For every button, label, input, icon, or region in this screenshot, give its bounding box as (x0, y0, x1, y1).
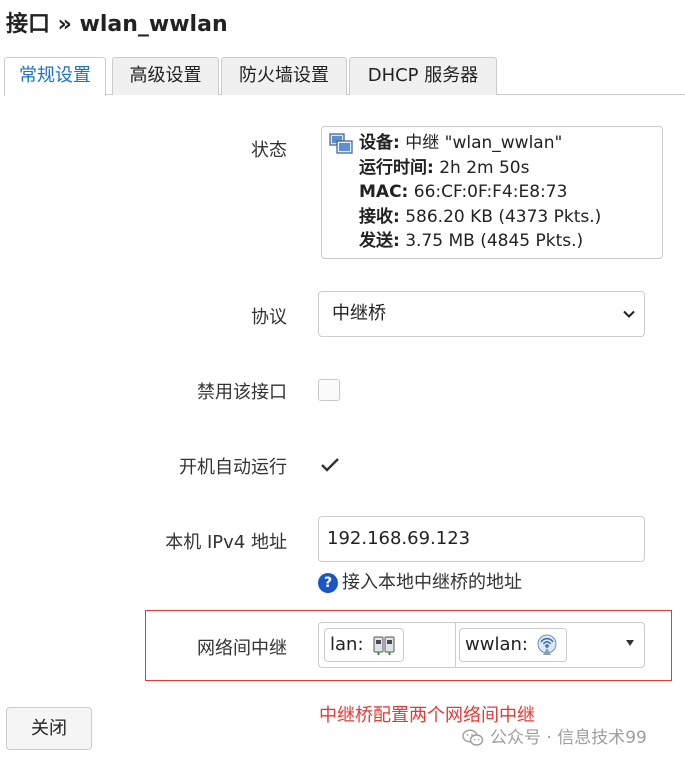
tab-bar: 常规设置 高级设置 防火墙设置 DHCP 服务器 (4, 57, 685, 96)
tab-advanced-settings[interactable]: 高级设置 (112, 57, 219, 95)
rx-value: 586.20 KB (4373 Pkts.) (399, 206, 602, 227)
relay-chip-lan-label: lan: (330, 634, 364, 655)
ipv4-address-input[interactable]: 192.168.69.123 (318, 516, 645, 562)
protocol-label: 协议 (251, 307, 287, 328)
uptime-value: 2h 2m 50s (433, 157, 530, 178)
tab-dhcp-server[interactable]: DHCP 服务器 (349, 57, 497, 95)
mac-value: 66:CF:0F:F4:E8:73 (408, 182, 568, 202)
device-key: 设备: (359, 133, 400, 153)
close-button[interactable]: 关闭 (6, 707, 92, 750)
protocol-select[interactable]: 中继桥 (318, 291, 645, 337)
chevron-down-icon (623, 310, 635, 318)
watermark: 公众号 · 信息技术99 (462, 723, 647, 748)
wireless-icon (537, 634, 557, 655)
autostart-label: 开机自动运行 (179, 457, 287, 478)
watermark-text: 公众号 · 信息技术99 (490, 728, 647, 748)
uptime-key: 运行时间: (359, 157, 434, 178)
help-icon: ? (318, 573, 338, 593)
tx-key: 发送: (359, 231, 400, 251)
tx-value: 3.75 MB (4845 Pkts.) (399, 231, 584, 251)
checkmark-icon (321, 458, 339, 472)
protocol-select-value: 中继桥 (332, 303, 386, 324)
chip-divider (455, 623, 456, 667)
relay-networks-select[interactable]: lan: wwlan: (318, 622, 645, 668)
tab-general-settings[interactable]: 常规设置 (4, 57, 106, 96)
mac-key: MAC: (359, 182, 409, 202)
ipv4-address-label: 本机 IPv4 地址 (165, 532, 287, 553)
caret-down-icon (626, 640, 634, 646)
page-title: 接口 » wlan_wwlan (6, 12, 228, 37)
relay-chip-wwlan-label: wwlan: (465, 634, 528, 655)
disable-interface-checkbox[interactable] (318, 379, 340, 401)
network-device-icon (329, 133, 353, 154)
device-value: 中继 "wlan_wwlan" (399, 133, 563, 153)
disable-interface-label: 禁用该接口 (197, 382, 287, 403)
ipv4-help-text: ? 接入本地中继桥的地址 (318, 568, 522, 594)
ipv4-help-label: 接入本地中继桥的地址 (342, 572, 522, 593)
rx-key: 接收: (359, 206, 400, 227)
relay-chip-wwlan[interactable]: wwlan: (459, 628, 567, 662)
wechat-icon (462, 729, 484, 746)
relay-networks-label: 网络间中继 (197, 638, 287, 659)
status-label: 状态 (251, 140, 287, 161)
status-panel: 设备: 中继 "wlan_wwlan" 运行时间: 2h 2m 50s MAC:… (321, 126, 663, 259)
autostart-checkbox[interactable] (318, 453, 340, 475)
tab-firewall-settings[interactable]: 防火墙设置 (221, 57, 347, 95)
ethernet-switch-icon (373, 636, 395, 655)
relay-chip-lan[interactable]: lan: (324, 628, 404, 662)
